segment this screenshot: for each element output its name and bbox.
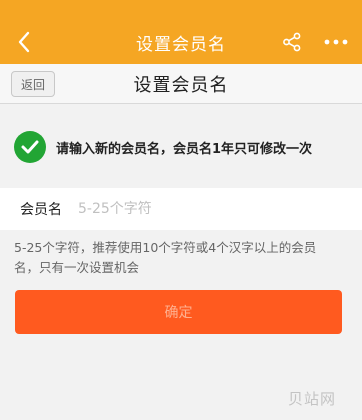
sub-header: 返回 设置会员名: [0, 64, 362, 104]
watermark: 贝站网: [288, 390, 337, 408]
member-name-input[interactable]: [78, 194, 338, 224]
navigation-bar: 设置会员名: [0, 20, 362, 64]
more-button[interactable]: [318, 30, 354, 54]
nav-title: 设置会员名: [136, 34, 226, 55]
notice: 请输入新的会员名，会员名1年只可修改一次: [14, 130, 354, 164]
share-icon: [283, 32, 301, 52]
return-button[interactable]: 返回: [11, 71, 55, 97]
hint-text: 5-25个字符，推荐使用10个字符或4个汉字以上的会员名，只有一次设置机会: [14, 240, 317, 275]
chevron-left-icon: [18, 31, 30, 53]
page-title: 设置会员名: [133, 74, 229, 96]
member-name-row: 会员名: [0, 188, 362, 230]
notice-text: 请输入新的会员名，会员名1年只可修改一次: [56, 141, 313, 157]
member-name-label: 会员名: [20, 202, 62, 218]
status-bar: [0, 0, 362, 20]
share-button[interactable]: [279, 30, 305, 54]
more-dots-icon: [324, 39, 348, 45]
check-circle-icon: [14, 131, 46, 163]
confirm-button[interactable]: 确定: [15, 290, 342, 334]
back-button[interactable]: [12, 28, 36, 56]
